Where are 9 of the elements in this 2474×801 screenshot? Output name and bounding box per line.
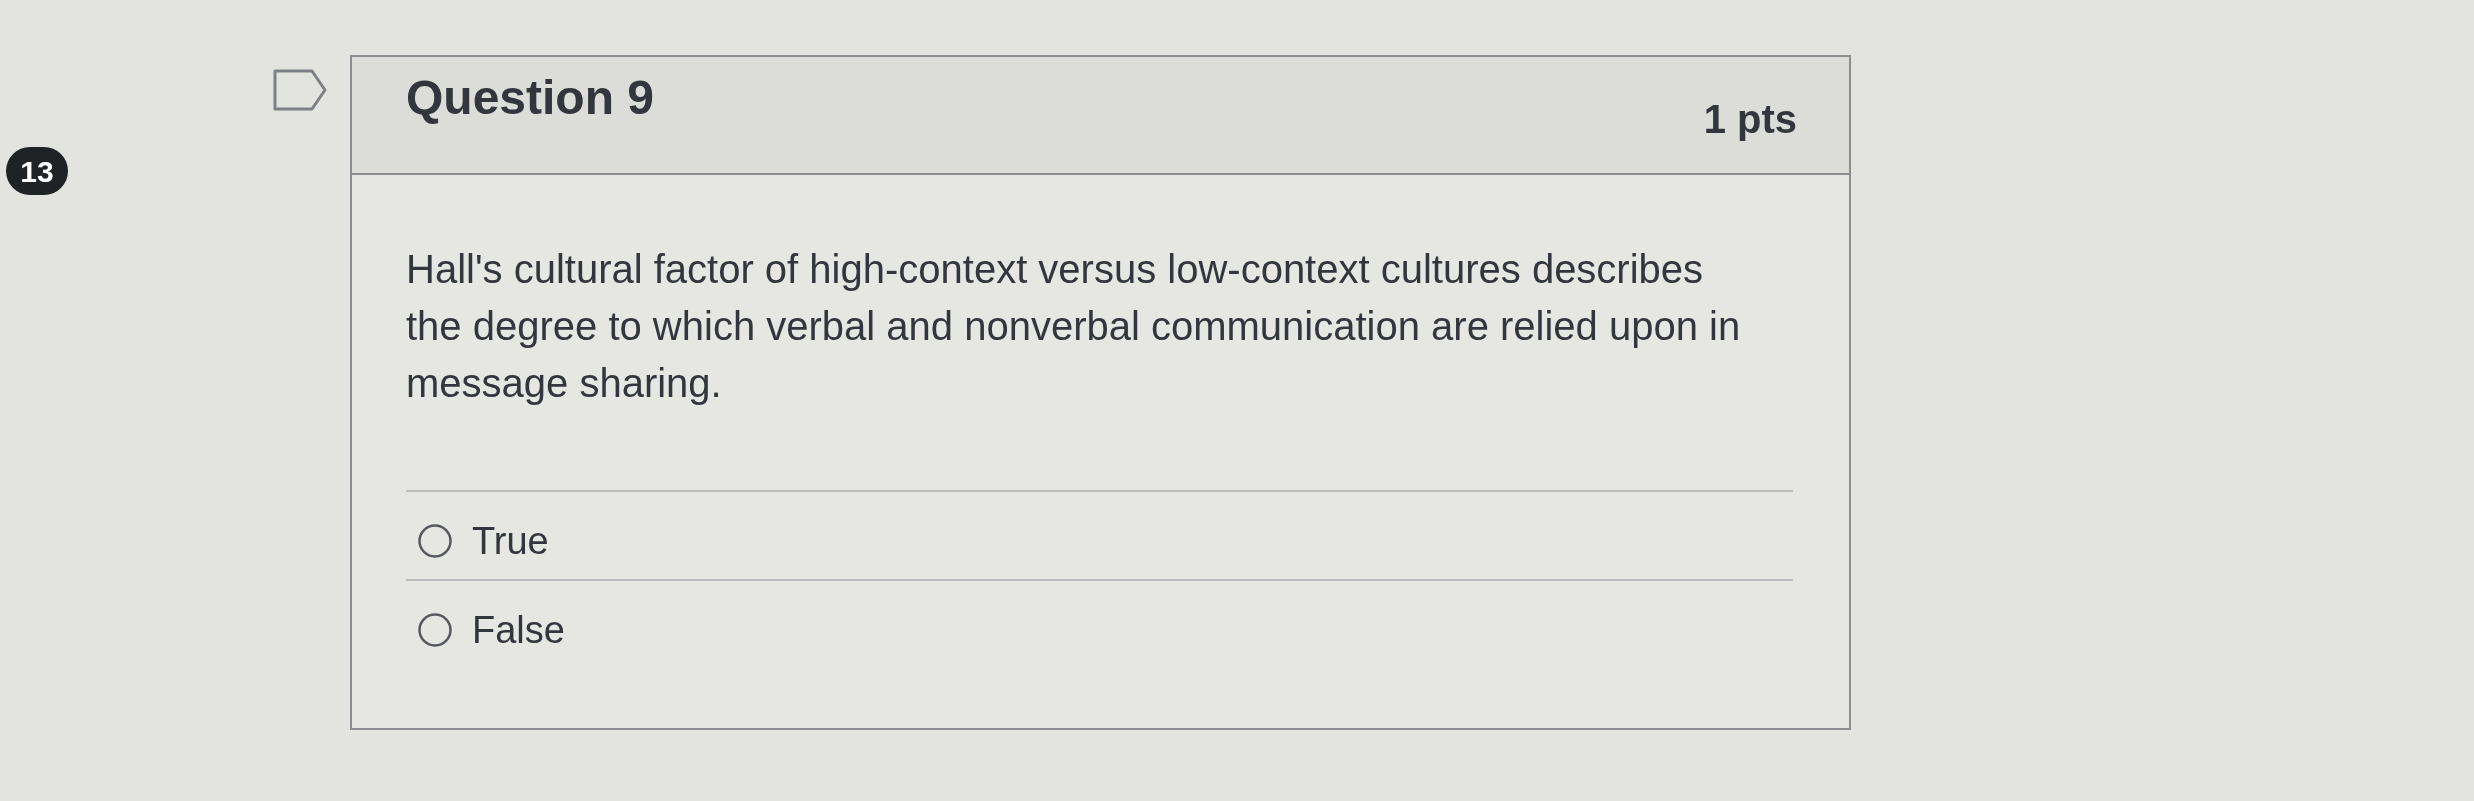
radio-option[interactable]: False <box>406 606 565 653</box>
radio-option[interactable]: True <box>406 517 549 564</box>
radio-icon[interactable] <box>418 523 452 558</box>
flag-icon[interactable] <box>273 69 327 111</box>
number-badge: 13 <box>6 147 68 195</box>
points-label: 1 pts <box>1703 96 1797 143</box>
question-title: Question 9 <box>406 70 655 126</box>
question-text: Hall's cultural factor of high-context versus low-context cultures describes the degree to which verbal and nonverbal communication are relied upon in message sharing. <box>406 246 1742 407</box>
radio-icon[interactable] <box>418 612 452 647</box>
